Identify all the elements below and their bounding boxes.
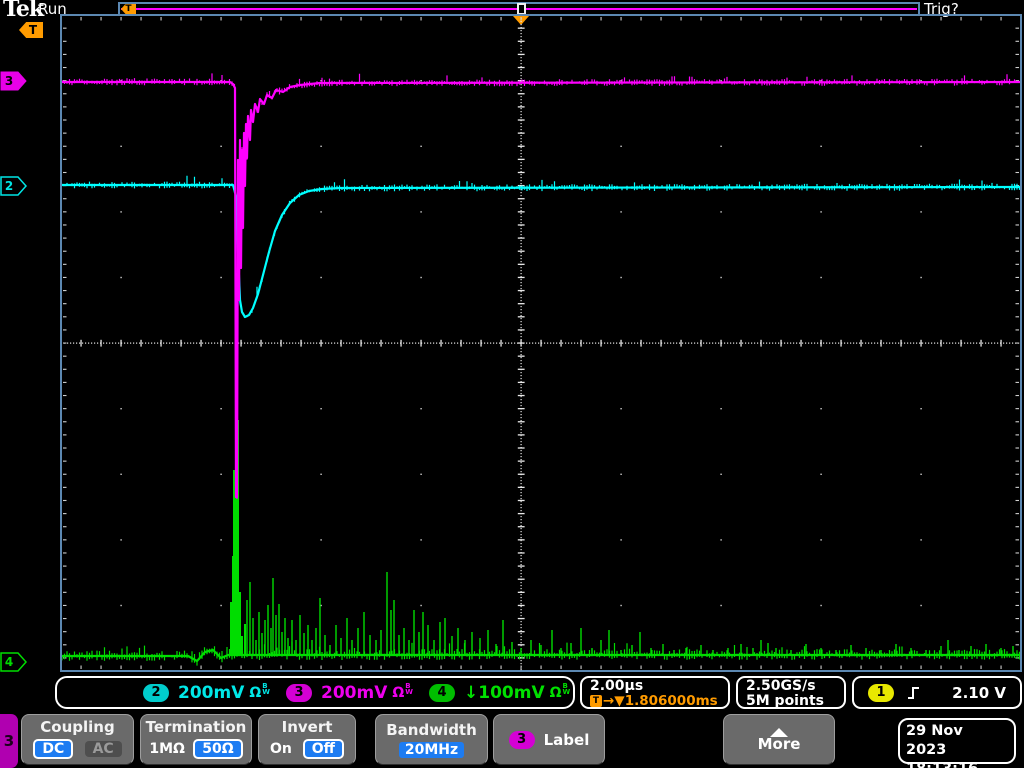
oscilloscope-screen: Tek Run Trig? T T 3 2 4 2 200mV Ω BW 3 2… <box>0 0 1024 768</box>
invert-on-option[interactable]: On <box>270 741 292 757</box>
trigger-t-icon: T <box>590 695 602 707</box>
termination-button[interactable]: Termination 1MΩ 50Ω <box>140 714 252 765</box>
menu-channel-tab[interactable]: 3 <box>0 714 18 768</box>
label-channel-badge: 3 <box>508 730 535 749</box>
acquisition-readout[interactable]: 2.50GS/s 5M points <box>736 676 846 709</box>
bandwidth-button[interactable]: Bandwidth 20MHz <box>375 714 488 765</box>
svg-text:3: 3 <box>5 74 13 88</box>
channel-2-scale: 200mV <box>178 682 245 703</box>
channel-readouts[interactable]: 2 200mV Ω BW 3 200mV Ω BW 4 ↓100mV Ω BW <box>55 676 575 709</box>
date-value: 29 Nov 2023 <box>906 723 963 758</box>
coupling-dc-option[interactable]: DC <box>33 739 74 759</box>
invert-button[interactable]: Invert On Off <box>258 714 356 765</box>
waveform-display <box>60 14 1022 672</box>
horizontal-readout[interactable]: 2.00µs T →▼ 1.806000ms <box>580 676 730 709</box>
svg-text:4: 4 <box>5 655 13 669</box>
trigger-level-value: 2.10 V <box>952 683 1006 702</box>
channel-3-scale: 200mV <box>321 682 388 703</box>
channel-2-badge[interactable]: 2 <box>143 683 169 702</box>
rising-edge-icon <box>908 686 919 699</box>
more-button[interactable]: More <box>723 714 835 765</box>
channel-4-scale: ↓100mV <box>464 682 545 703</box>
datetime-display: 29 Nov 2023 18:13:16 <box>898 718 1016 768</box>
channel-2-marker[interactable]: 2 <box>0 176 28 196</box>
channel-3-impedance: Ω <box>392 684 405 701</box>
channel-4-marker[interactable]: 4 <box>0 652 28 672</box>
sample-rate: 2.50GS/s <box>746 678 816 694</box>
record-length: 5M points <box>746 693 824 709</box>
trigger-readout[interactable]: 1 2.10 V <box>852 676 1022 709</box>
channel-2-bandwidth-limit-icon: BW <box>262 681 270 696</box>
horizontal-delay: T →▼ 1.806000ms <box>590 694 720 708</box>
invert-off-option[interactable]: Off <box>302 739 345 759</box>
channel-3-marker[interactable]: 3 <box>0 71 28 91</box>
channel-2-impedance: Ω <box>249 684 262 701</box>
menu-bar: 3 Coupling DC AC Termination 1MΩ 50Ω Inv… <box>0 712 1024 768</box>
channel-4-bandwidth-limit-icon: BW <box>562 681 571 696</box>
bandwidth-value: 20MHz <box>398 742 465 758</box>
coupling-ac-option[interactable]: AC <box>84 741 122 757</box>
channel-3-badge[interactable]: 3 <box>286 683 312 702</box>
svg-text:2: 2 <box>5 179 13 193</box>
delay-value: 1.806000ms <box>624 693 718 709</box>
trigger-source-badge: 1 <box>868 683 894 702</box>
termination-50-option[interactable]: 50Ω <box>193 739 243 759</box>
delay-arrows-icon: →▼ <box>603 693 625 709</box>
timebase-scale: 2.00µs <box>590 678 644 694</box>
channel-4-badge[interactable]: 4 <box>429 683 455 702</box>
channel-4-impedance: Ω <box>549 684 562 701</box>
termination-1m-option[interactable]: 1MΩ <box>149 741 185 757</box>
coupling-button[interactable]: Coupling DC AC <box>21 714 134 765</box>
label-button[interactable]: 3 Label <box>493 714 605 765</box>
time-value: 18:13:16 <box>906 760 1008 768</box>
channel-3-bandwidth-limit-icon: BW <box>405 681 413 696</box>
